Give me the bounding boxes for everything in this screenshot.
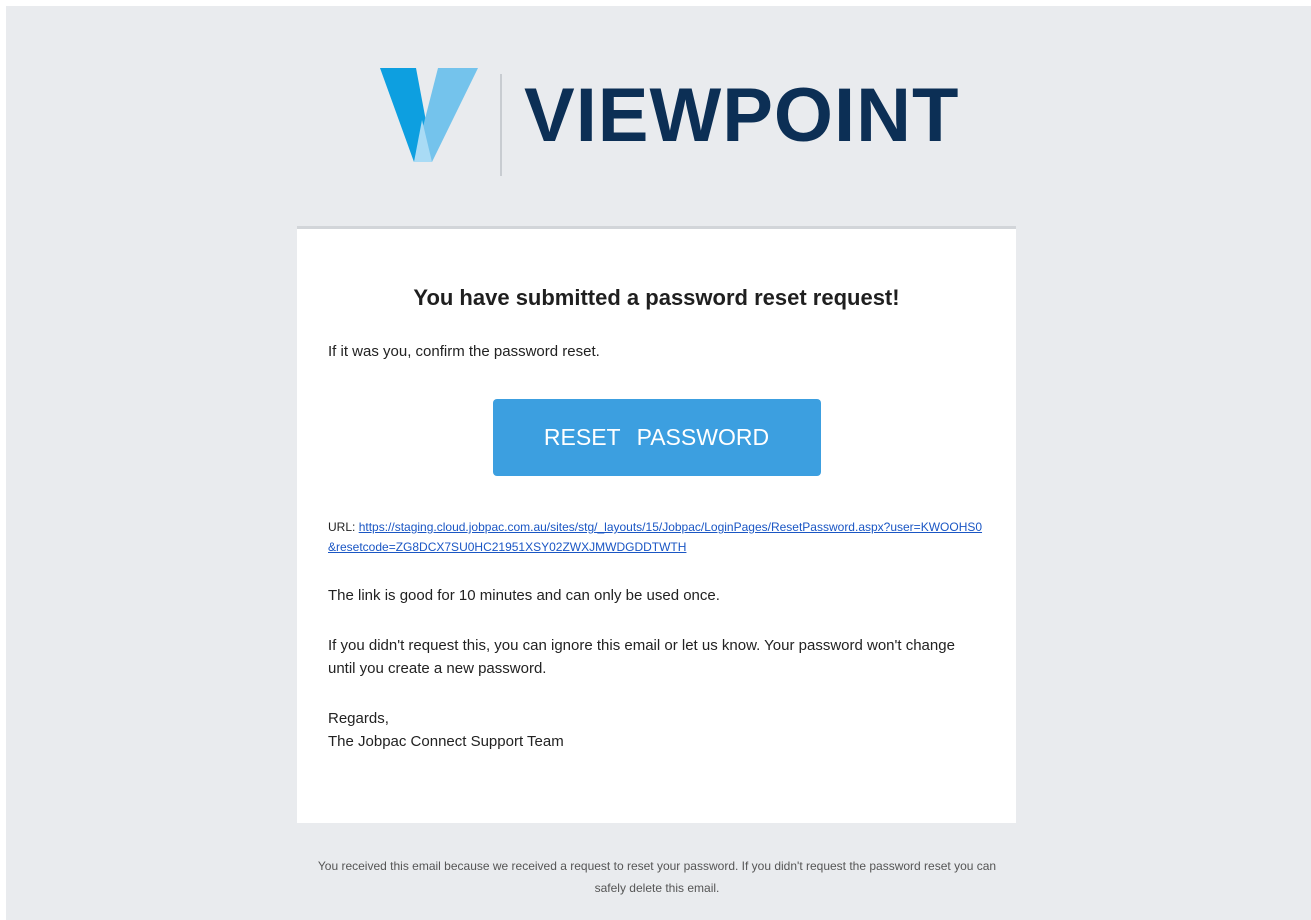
validity-text: The link is good for 10 minutes and can … xyxy=(328,587,720,604)
footer-text: You received this email because we recei… xyxy=(317,859,997,895)
url-label: URL: xyxy=(328,520,356,534)
viewpoint-logo: VIEWPOINT xyxy=(374,60,960,182)
sign-off: Regards, The Jobpac Connect Support Team xyxy=(328,707,985,753)
signature-text: The Jobpac Connect Support Team xyxy=(328,733,564,750)
reset-url-link[interactable]: https://staging.cloud.jobpac.com.au/site… xyxy=(328,520,982,554)
closing-text: Regards, xyxy=(328,710,389,727)
logo-divider xyxy=(500,74,502,176)
logo-wordmark: VIEWPOINT xyxy=(524,73,960,158)
email-card: You have submitted a password reset requ… xyxy=(297,226,1016,823)
reset-button-container: RESET PASSWORD xyxy=(328,399,985,476)
email-title: You have submitted a password reset requ… xyxy=(413,285,900,310)
url-line: URL: https://staging.cloud.jobpac.com.au… xyxy=(328,517,985,557)
ignore-notice-text: If you didn't request this, you can igno… xyxy=(328,637,955,677)
viewpoint-v-mark-icon xyxy=(380,68,478,162)
reset-password-button[interactable]: RESET PASSWORD xyxy=(492,399,821,476)
intro-text: If it was you, confirm the password rese… xyxy=(328,343,600,360)
